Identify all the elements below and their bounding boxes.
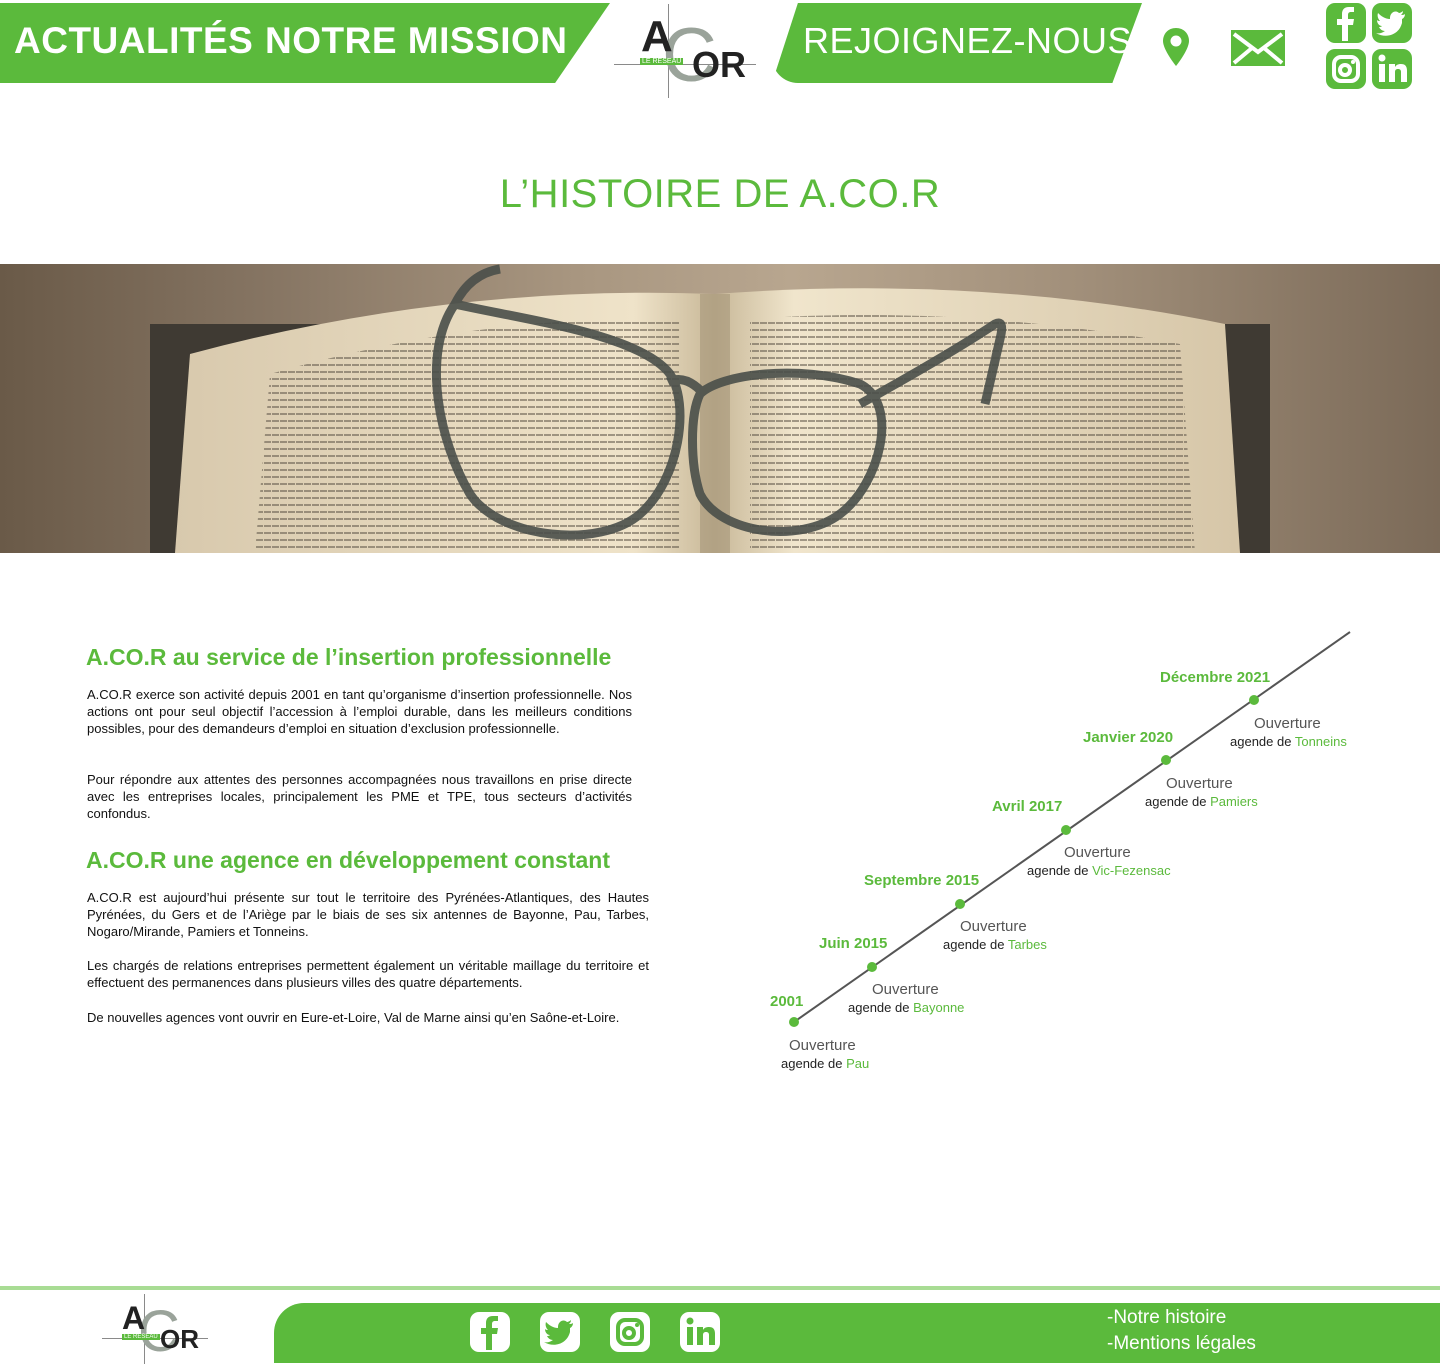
footer-divider [0, 1286, 1440, 1290]
timeline-date: Décembre 2021 [1160, 669, 1271, 686]
timeline-dot [1061, 825, 1071, 835]
timeline-dot [1161, 755, 1171, 765]
logo-letter-a: A [122, 1300, 146, 1336]
twitter-icon[interactable] [540, 1312, 580, 1352]
linkedin-icon[interactable] [1372, 49, 1412, 89]
timeline-date: Septembre 2015 [864, 872, 980, 889]
paragraph-insertion-1: A.CO.R exerce son activité depuis 2001 e… [87, 687, 632, 736]
timeline-agency: agende de Pau [781, 1056, 870, 1071]
section-title-insertion: A.CO.R au service de l’insertion profess… [86, 644, 612, 670]
footer-link-legal[interactable]: -Mentions légales [1107, 1333, 1256, 1355]
footer-bar [274, 1303, 1440, 1363]
timeline-dot [789, 1017, 799, 1027]
timeline-agency: agende de Pamiers [1145, 794, 1258, 809]
timeline-dot [867, 962, 877, 972]
timeline-open-label: Ouverture [872, 981, 939, 998]
logo-letter-a: A [641, 12, 673, 61]
timeline-line [793, 631, 1351, 1023]
facebook-icon[interactable] [1326, 3, 1366, 43]
timeline-date: Janvier 2020 [1083, 729, 1174, 746]
facebook-icon[interactable] [470, 1312, 510, 1352]
map-pin-icon[interactable] [1160, 26, 1192, 68]
paragraph-insertion-2: Pour répondre aux attentes des personnes… [87, 772, 632, 821]
hero-image-book-glasses [0, 264, 1440, 553]
timeline-agency: agende de Tarbes [943, 937, 1047, 952]
header-logo[interactable]: C A LE RESEAU OR [614, 4, 759, 100]
timeline-dot [955, 899, 965, 909]
logo-tagline: LE RESEAU [640, 58, 684, 65]
timeline-date: Juin 2015 [819, 935, 888, 952]
timeline-open-label: Ouverture [789, 1037, 856, 1054]
timeline-open-label: Ouverture [1064, 844, 1131, 861]
timeline-date: Avril 2017 [992, 798, 1063, 815]
timeline-open-label: Ouverture [960, 918, 1027, 935]
instagram-icon[interactable] [610, 1312, 650, 1352]
timeline-dot [1249, 695, 1259, 705]
nav-link-join[interactable]: REJOIGNEZ-NOUS [803, 20, 1132, 62]
footer-link-history[interactable]: -Notre histoire [1107, 1307, 1226, 1329]
logo-letters-or: OR [160, 1324, 199, 1354]
twitter-icon[interactable] [1372, 3, 1412, 43]
timeline-agency: agende de Vic-Fezensac [1027, 863, 1171, 878]
timeline-open-label: Ouverture [1166, 775, 1233, 792]
timeline-open-label: Ouverture [1254, 715, 1321, 732]
timeline-graphic [789, 631, 1351, 1027]
paragraph-development-1: A.CO.R est aujourd’hui présente sur tout… [87, 890, 649, 939]
timeline-agency: agende de Bayonne [848, 1000, 965, 1015]
logo-tagline: LE RESEAU [122, 1334, 160, 1340]
paragraph-development-2: Les chargés de relations entreprises per… [87, 958, 649, 990]
nav-link-news[interactable]: ACTUALITÉS [14, 20, 253, 62]
section-title-development: A.CO.R une agence en développement const… [86, 847, 610, 873]
paragraph-development-3: De nouvelles agences vont ouvrir en Eure… [87, 1010, 620, 1025]
page-title: L’HISTOIRE DE A.CO.R [499, 172, 941, 216]
mail-icon[interactable] [1230, 28, 1286, 68]
footer-logo[interactable]: C A LE RESEAU OR [102, 1294, 212, 1366]
instagram-icon[interactable] [1326, 49, 1366, 89]
timeline-date: 2001 [770, 993, 804, 1010]
logo-letters-or: OR [692, 44, 746, 85]
linkedin-icon[interactable] [680, 1312, 720, 1352]
nav-link-mission[interactable]: NOTRE MISSION [265, 20, 568, 62]
timeline-agency: agende de Tonneins [1230, 734, 1347, 749]
